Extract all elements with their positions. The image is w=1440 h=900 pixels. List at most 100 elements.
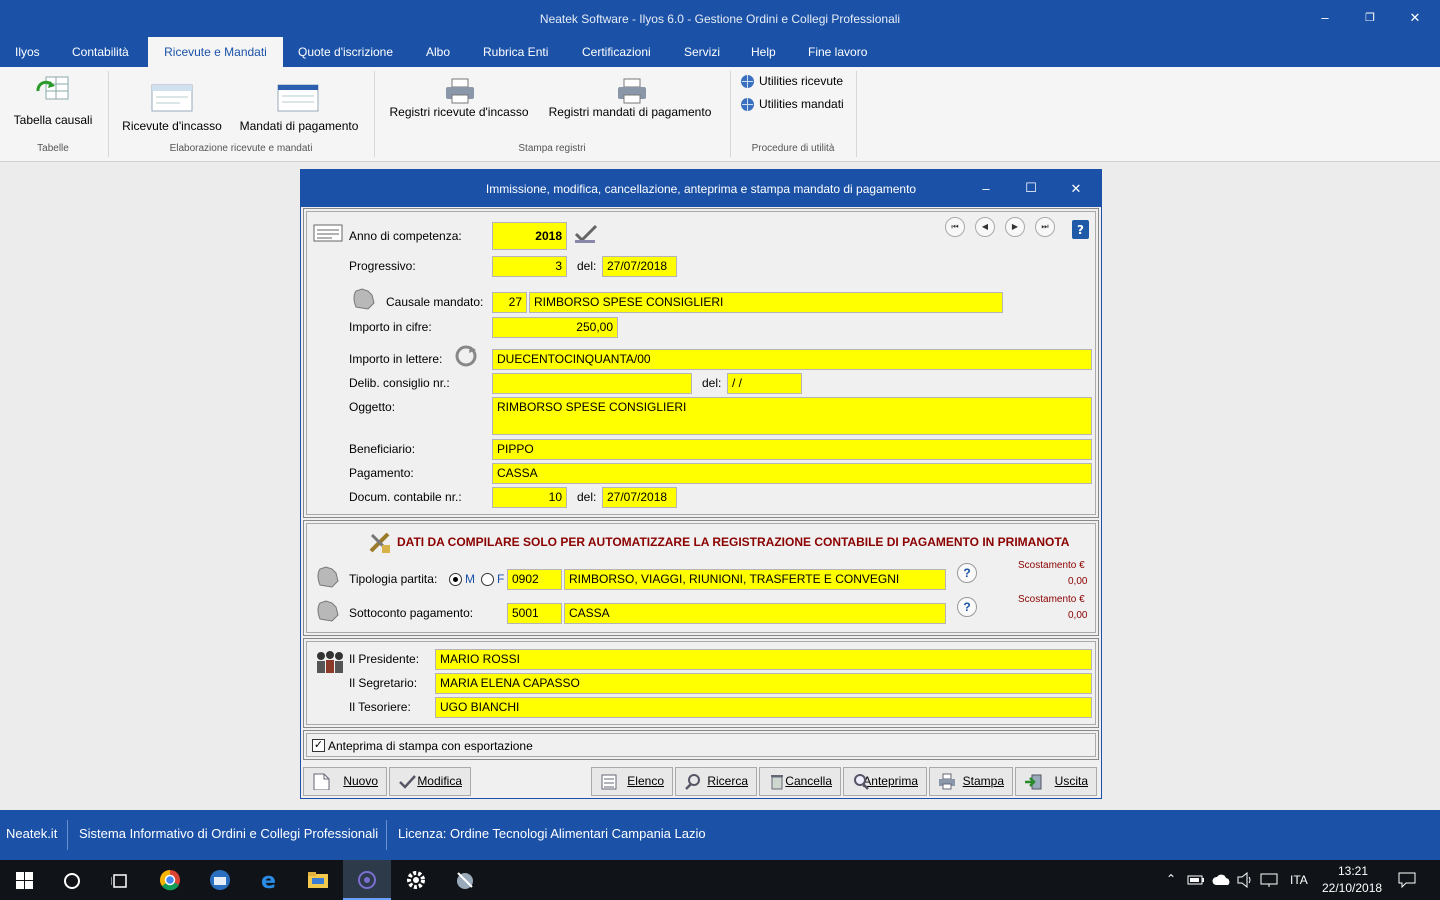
status-license: Licenza: Ordine Tecnologi Alimentari Cam…	[398, 826, 706, 841]
modifica-label: Modifica	[417, 774, 462, 788]
docum-date-field[interactable]: 27/07/2018	[602, 487, 677, 508]
refresh-icon[interactable]	[454, 344, 478, 368]
svg-text:?: ?	[1077, 223, 1084, 237]
ilyos-taskbar-button[interactable]	[343, 860, 391, 900]
menu-quote[interactable]: Quote d'iscrizione	[288, 37, 403, 67]
tipologia-help-button[interactable]: ?	[957, 563, 977, 583]
menu-certificazioni[interactable]: Certificazioni	[572, 37, 661, 67]
stampa-button[interactable]: Stampa	[929, 767, 1013, 796]
menu-servizi[interactable]: Servizi	[674, 37, 730, 67]
registri-incasso-button[interactable]: Registri ricevute d'incasso	[384, 77, 534, 127]
cancella-button[interactable]: Cancella	[759, 767, 841, 796]
radio-m[interactable]	[449, 573, 462, 586]
clock-date[interactable]: 22/10/2018	[1322, 881, 1382, 895]
task-view-button[interactable]	[96, 860, 144, 900]
presidente-field[interactable]: MARIO ROSSI	[435, 649, 1092, 670]
stampa-label: Stampa	[962, 774, 1004, 788]
causale-desc-field[interactable]: RIMBORSO SPESE CONSIGLIERI	[529, 292, 1003, 313]
menu-contabilita[interactable]: Contabilità	[62, 37, 139, 67]
satellite-app-icon	[457, 872, 473, 889]
segretario-field[interactable]: MARIA ELENA CAPASSO	[435, 673, 1092, 694]
nuovo-label: Nuovo	[343, 774, 378, 788]
volume-icon[interactable]	[1237, 872, 1253, 888]
radio-f[interactable]	[481, 573, 494, 586]
sottoconto-desc-field[interactable]: CASSA	[564, 603, 946, 624]
anteprima-button[interactable]: Anteprima	[843, 767, 927, 796]
tray-chevron-icon[interactable]: ⌃	[1166, 872, 1176, 886]
utilities-ricevute-button[interactable]: Utilities ricevute	[738, 73, 854, 91]
app-taskbar-button[interactable]	[441, 860, 489, 900]
dialog-titlebar: Immissione, modifica, cancellazione, ant…	[301, 170, 1101, 207]
search-button[interactable]	[48, 860, 96, 900]
oggetto-field[interactable]: RIMBORSO SPESE CONSIGLIERI	[492, 397, 1092, 435]
utilities-mandati-label: Utilities mandati	[759, 97, 844, 111]
mandati-pagamento-button[interactable]: Mandati di pagamento	[234, 77, 364, 137]
menu-help[interactable]: Help	[741, 37, 786, 67]
battery-icon[interactable]	[1187, 874, 1205, 886]
sottoconto-code-field[interactable]: 5001	[507, 603, 562, 624]
settings-taskbar-button[interactable]	[392, 860, 440, 900]
elenco-button[interactable]: Elenco	[591, 767, 673, 796]
close-button[interactable]: ✕	[1400, 8, 1430, 28]
dialog-close-button[interactable]: ✕	[1061, 179, 1091, 199]
network-icon[interactable]	[1260, 872, 1278, 888]
nav-next-button[interactable]: ▶	[1005, 217, 1025, 237]
nav-prev-button[interactable]: ◀	[975, 217, 995, 237]
edge-taskbar-button[interactable]: e	[246, 860, 294, 900]
chrome-taskbar-button[interactable]	[146, 860, 194, 900]
importo-lettere-field[interactable]: DUECENTOCINQUANTA/00	[492, 349, 1092, 370]
tabella-causali-button[interactable]: Tabella causali	[8, 75, 98, 131]
thunderbird-taskbar-button[interactable]	[196, 860, 244, 900]
anteprima-checkbox[interactable]: ✓	[312, 739, 325, 752]
preview-icon	[854, 774, 869, 790]
nuovo-button[interactable]: Nuovo	[303, 767, 387, 796]
check-pen-icon[interactable]	[572, 222, 600, 246]
language-indicator[interactable]: ITA	[1290, 873, 1308, 887]
tipologia-label: Tipologia partita:	[349, 572, 438, 586]
modifica-button[interactable]: Modifica	[389, 767, 471, 796]
nav-last-button[interactable]: ⏭	[1035, 217, 1055, 237]
menu-rubrica-enti[interactable]: Rubrica Enti	[473, 37, 558, 67]
progressivo-date-field[interactable]: 27/07/2018	[602, 256, 677, 277]
printer-icon	[446, 78, 474, 104]
radio-f-label: F	[497, 572, 505, 586]
tesoriere-field[interactable]: UGO BIANCHI	[435, 697, 1092, 718]
nav-first-button[interactable]: ⏮	[945, 217, 965, 237]
help-book-icon[interactable]: ?	[1070, 218, 1092, 240]
grab-hand-icon[interactable]	[350, 285, 378, 311]
dialog-maximize-button[interactable]: ☐	[1016, 178, 1046, 198]
sottoconto-help-button[interactable]: ?	[957, 597, 977, 617]
menu-ricevute-mandati[interactable]: Ricevute e Mandati	[148, 37, 283, 67]
restore-button[interactable]: ❐	[1355, 8, 1385, 28]
tipologia-code-field[interactable]: 0902	[507, 569, 562, 590]
ricerca-button[interactable]: Ricerca	[675, 767, 757, 796]
ricerca-label: Ricerca	[707, 774, 748, 788]
importo-cifre-field[interactable]: 250,00	[492, 317, 618, 338]
utilities-mandati-button[interactable]: Utilities mandati	[738, 96, 854, 114]
menu-ilyos[interactable]: Ilyos	[5, 37, 50, 67]
delib-field[interactable]	[492, 373, 692, 394]
start-button[interactable]	[0, 860, 48, 900]
uscita-button[interactable]: Uscita	[1015, 767, 1097, 796]
grab-hand-icon[interactable]	[314, 563, 342, 589]
dialog-minimize-button[interactable]: –	[971, 179, 1001, 199]
progressivo-field[interactable]: 3	[492, 256, 567, 277]
notification-icon[interactable]	[1398, 872, 1416, 888]
registri-pagamento-button[interactable]: Registri mandati di pagamento	[540, 77, 720, 127]
minimize-button[interactable]: –	[1310, 8, 1340, 28]
ricevute-incasso-button[interactable]: Ricevute d'incasso	[118, 77, 226, 137]
clock-time[interactable]: 13:21	[1338, 864, 1368, 878]
explorer-taskbar-button[interactable]	[294, 860, 342, 900]
pagamento-field[interactable]: CASSA	[492, 463, 1092, 484]
docum-field[interactable]: 10	[492, 487, 567, 508]
beneficiario-field[interactable]: PIPPO	[492, 439, 1092, 460]
menu-albo[interactable]: Albo	[416, 37, 460, 67]
menu-fine-lavoro[interactable]: Fine lavoro	[798, 37, 877, 67]
cloud-icon[interactable]	[1212, 873, 1232, 887]
delib-date-field[interactable]: / /	[727, 373, 802, 394]
tipologia-desc-field[interactable]: RIMBORSO, VIAGGI, RIUNIONI, TRASFERTE E …	[564, 569, 946, 590]
window-title: Neatek Software - Ilyos 6.0 - Gestione O…	[539, 12, 901, 26]
anno-field[interactable]: 2018	[492, 222, 567, 250]
causale-code-field[interactable]: 27	[492, 292, 527, 313]
grab-hand-icon[interactable]	[314, 597, 342, 623]
